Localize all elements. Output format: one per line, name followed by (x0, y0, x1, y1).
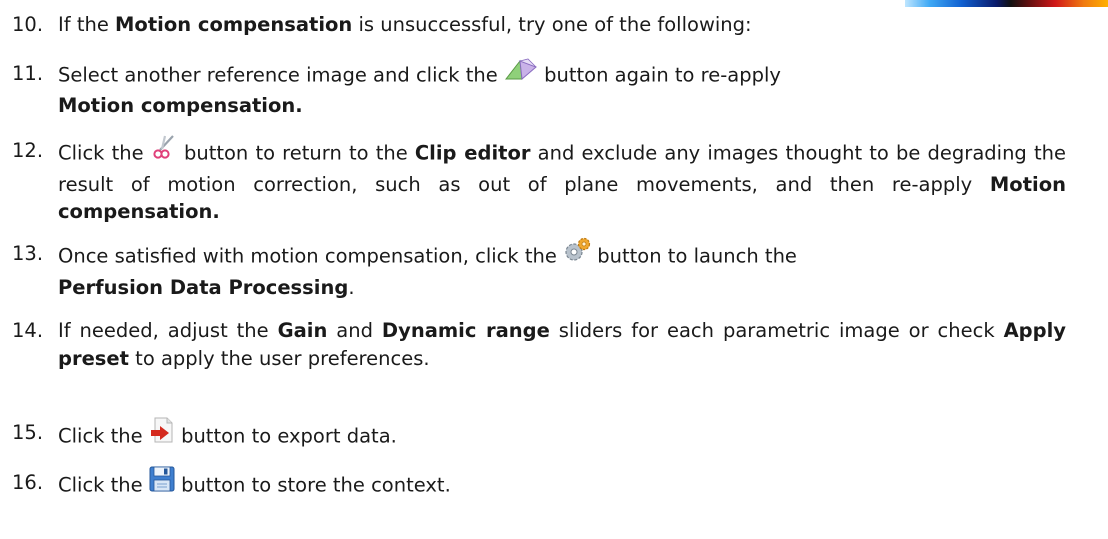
step-text: Click the button to export data. (58, 416, 1066, 455)
save-floppy-icon (149, 466, 175, 500)
gears-icon (563, 237, 591, 271)
step-number: 14. (12, 319, 44, 342)
step-number: 15. (12, 421, 44, 444)
step-number: 12. (12, 139, 44, 162)
step-text: Click the button to store the context. (58, 466, 1066, 503)
step-number: 11. (12, 62, 44, 85)
motion-compensation-icon (504, 57, 538, 89)
step-text: If the Motion compensation is unsuccessf… (58, 13, 752, 36)
step-text: Select another reference image and click… (58, 57, 1066, 119)
scissors-icon (151, 134, 177, 168)
step-number: 13. (12, 242, 44, 265)
step-number: 16. (12, 471, 44, 494)
step-text: If needed, adjust the Gain and Dynamic r… (58, 319, 1066, 370)
export-data-icon (149, 416, 175, 452)
color-scale-strip (905, 0, 1108, 7)
step-text: Once satisfied with motion compensation,… (58, 237, 1066, 301)
step-text: Click the button to return to the Clip e… (58, 134, 1066, 226)
step-number: 10. (12, 13, 44, 36)
